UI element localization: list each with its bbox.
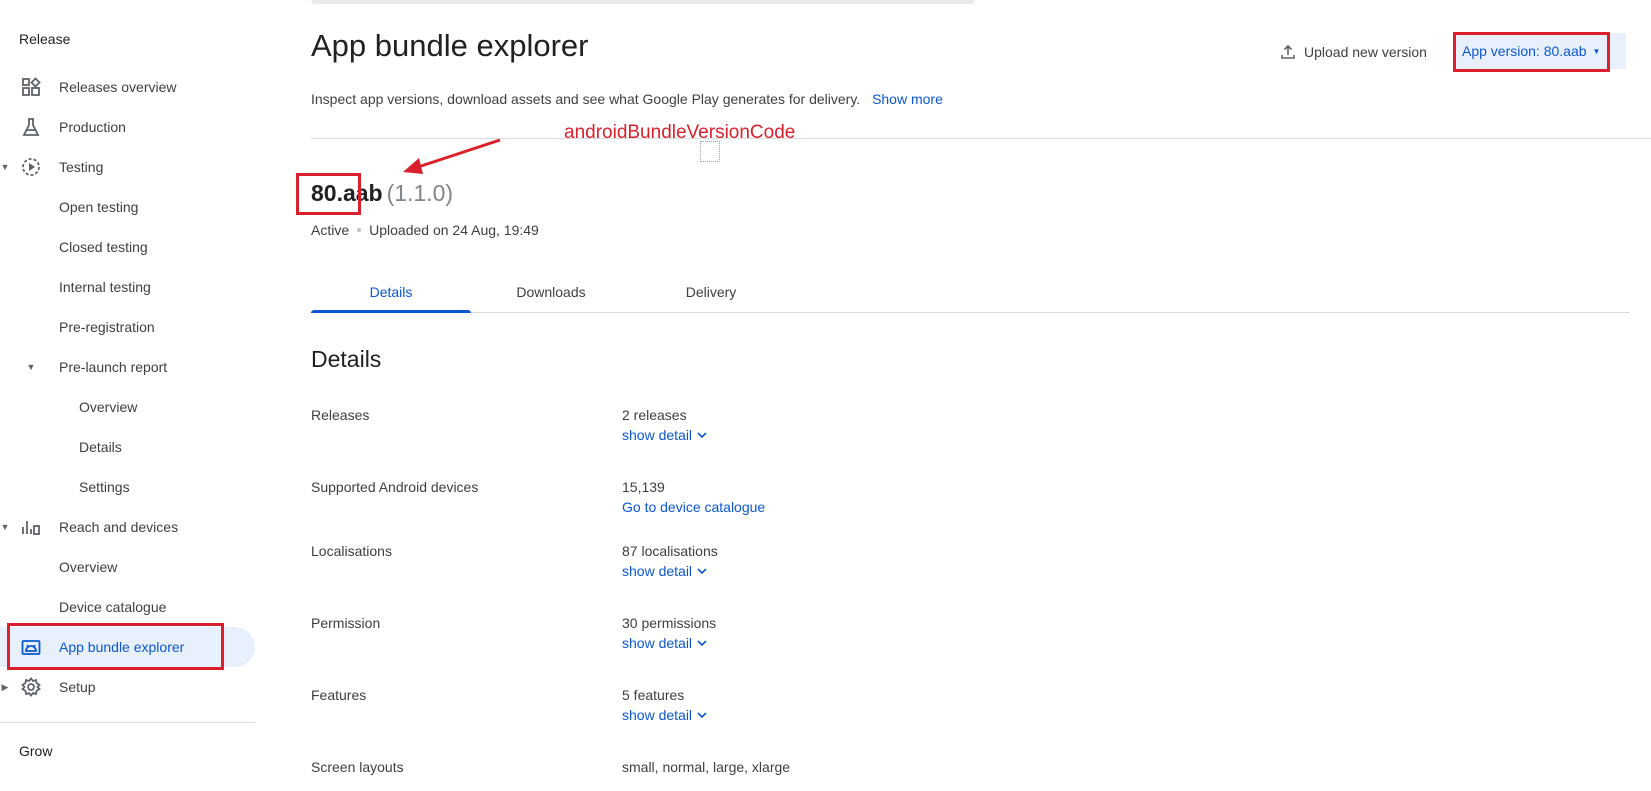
sidebar-item-setup[interactable]: ▶ Setup [0,667,255,707]
separator-dot [357,228,362,232]
sidebar-item-label: Device catalogue [59,599,167,615]
sidebar-item-label: Open testing [59,199,139,215]
sidebar-item-label: Testing [59,159,104,175]
link-label: show detail [622,563,693,579]
tab-downloads[interactable]: Downloads [471,276,631,312]
row-value-releases: 2 releases [622,407,687,423]
details-heading: Details [311,346,382,372]
show-detail-localisations-link[interactable]: show detail [622,563,708,579]
row-label-features: Features [311,687,367,703]
sidebar-item-label: Settings [79,479,130,495]
link-label: show detail [622,707,693,723]
chevron-down-icon [696,709,708,721]
sidebar-item-pre-registration[interactable]: Pre-registration [0,307,255,347]
annotation-highlight-box [296,173,361,215]
sidebar-item-reach-overview[interactable]: Overview [0,547,255,587]
bar-chart-icon [21,517,41,537]
link-label: show detail [622,635,693,651]
top-scroll-strip [311,0,975,4]
upload-label: Upload new version [1304,44,1427,60]
row-value-screen-layouts: small, normal, large, xlarge [622,759,791,775]
chevron-down-icon [696,637,708,649]
flask-icon [21,117,41,137]
sidebar-item-label: Closed testing [59,239,148,255]
sidebar-item-label: Releases overview [59,79,177,95]
dotted-placeholder [700,141,720,162]
sidebar-item-label: Overview [59,559,118,575]
row-label-releases: Releases [311,407,370,423]
caret-down-icon[interactable]: ▼ [0,522,10,532]
caret-right-icon[interactable]: ▶ [0,682,10,692]
page-subtitle: Inspect app versions, download assets an… [311,91,943,107]
status-badge: Active [311,222,350,238]
row-value-supported-devices: 15,139 [622,479,665,495]
caret-down-icon[interactable]: ▼ [26,362,36,372]
sidebar-item-testing[interactable]: ▼ Testing [0,147,255,187]
sidebar-item-reach-and-devices[interactable]: ▼ Reach and devices [0,507,255,547]
row-label-localisations: Localisations [311,543,392,559]
sidebar-item-prelaunch-settings[interactable]: Settings [0,467,255,507]
sidebar-nav: Release Releases overview Production ▼ T… [0,0,255,791]
sidebar-item-label: Details [79,439,122,455]
section-title-release: Release [19,31,71,47]
subtitle-text: Inspect app versions, download assets an… [311,91,861,107]
row-value-localisations: 87 localisations [622,543,718,559]
sidebar-item-closed-testing[interactable]: Closed testing [0,227,255,267]
version-status-line: Active Uploaded on 24 Aug, 19:49 [311,222,539,238]
section-title-grow: Grow [19,743,53,759]
upload-new-version-button[interactable]: Upload new version [1280,40,1427,64]
row-label-screen-layouts: Screen layouts [311,759,404,775]
annotation-highlight-box [1453,32,1610,72]
annotation-highlight-box [7,623,224,670]
sidebar-item-label: Setup [59,679,96,695]
device-catalogue-link[interactable]: Go to device catalogue [622,499,765,515]
sidebar-item-pre-launch-report[interactable]: ▼ Pre-launch report [0,347,255,387]
link-label: show detail [622,427,693,443]
sidebar-item-label: Overview [79,399,138,415]
sidebar-item-label: Pre-launch report [59,359,168,375]
link-label: Go to device catalogue [622,499,766,515]
annotation-arrow [403,138,501,174]
gear-icon [21,677,41,697]
show-more-link[interactable]: Show more [872,91,943,107]
header-divider [311,138,1651,139]
sidebar-divider [0,722,255,723]
sidebar-item-label: Internal testing [59,279,151,295]
show-detail-features-link[interactable]: show detail [622,707,708,723]
chevron-down-icon [696,429,708,441]
upload-timestamp: Uploaded on 24 Aug, 19:49 [369,222,539,238]
row-label-permission: Permission [311,615,381,631]
tab-delivery[interactable]: Delivery [631,276,791,312]
chevron-down-icon [696,565,708,577]
show-detail-permission-link[interactable]: show detail [622,635,708,651]
sidebar-item-label: Pre-registration [59,319,155,335]
tab-details[interactable]: Details [311,276,471,313]
sidebar-item-prelaunch-overview[interactable]: Overview [0,387,255,427]
sidebar-item-internal-testing[interactable]: Internal testing [0,267,255,307]
version-name: (1.1.0) [386,180,454,206]
tab-bar: Details Downloads Delivery [311,276,1630,313]
dashboard-icon [21,77,41,97]
show-detail-releases-link[interactable]: show detail [622,427,708,443]
sidebar-item-label: Production [59,119,126,135]
sidebar-item-device-catalogue[interactable]: Device catalogue [0,587,255,627]
row-label-supported-devices: Supported Android devices [311,479,479,495]
sidebar-item-open-testing[interactable]: Open testing [0,187,255,227]
sidebar-item-label: Reach and devices [59,519,179,535]
page-title: App bundle explorer [311,28,589,63]
annotation-label: androidBundleVersionCode [564,122,796,143]
sidebar-item-production[interactable]: Production [0,107,255,147]
caret-down-icon[interactable]: ▼ [0,162,10,172]
sidebar-item-releases-overview[interactable]: Releases overview [0,67,255,107]
row-value-permission: 30 permissions [622,615,717,631]
sidebar-item-prelaunch-details[interactable]: Details [0,427,255,467]
row-value-features: 5 features [622,687,685,703]
play-circle-icon [21,157,41,177]
upload-icon [1280,44,1296,60]
